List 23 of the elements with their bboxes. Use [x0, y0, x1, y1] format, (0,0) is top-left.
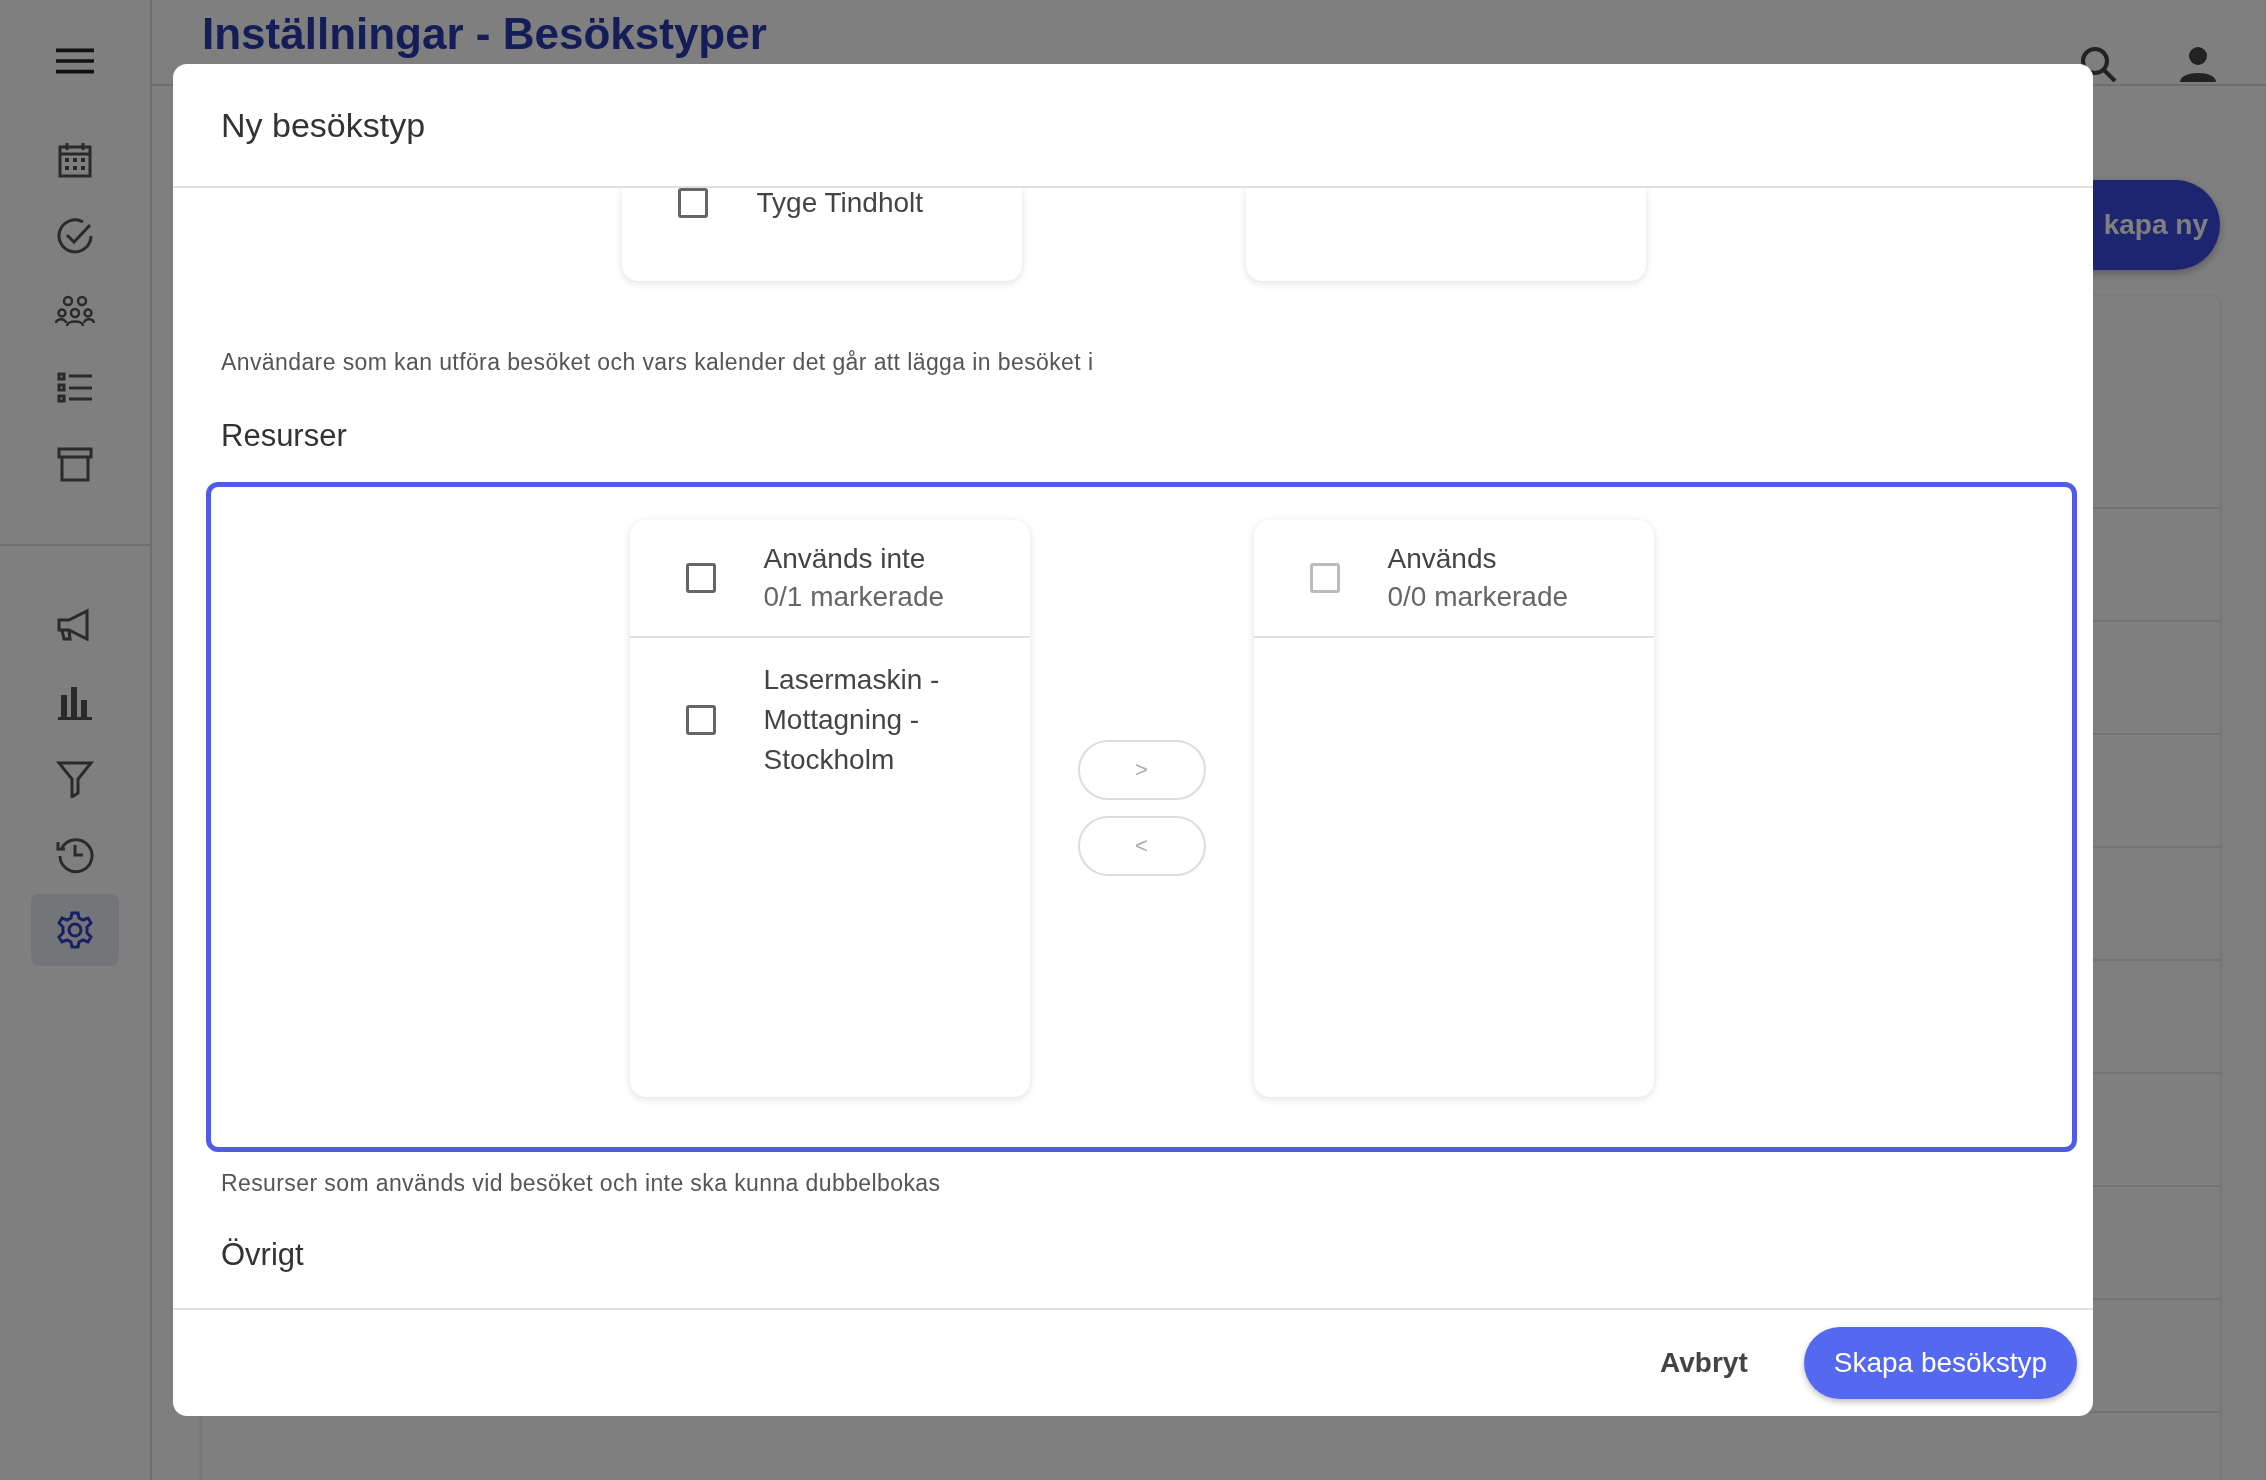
menu-icon[interactable]: [56, 48, 94, 74]
check-circle-icon: [55, 216, 95, 256]
checkbox[interactable]: [677, 188, 708, 218]
cancel-button[interactable]: Avbryt: [1630, 1327, 1778, 1399]
section-title: Övrigt: [221, 1237, 305, 1273]
section-title: Resurser: [221, 418, 348, 454]
selection-count: 0/1 markerade: [763, 581, 945, 613]
list-title: Används inte: [763, 543, 927, 575]
checkbox[interactable]: [685, 705, 716, 735]
list-title: Används: [1387, 543, 1498, 575]
checkbox[interactable]: [685, 563, 716, 593]
search-icon[interactable]: [2078, 44, 2118, 84]
selection-count: 0/0 markerade: [1387, 581, 1569, 613]
page-title: Inställningar - Besökstyper: [202, 8, 768, 60]
dialog-title: Ny besökstyp: [221, 105, 426, 145]
helper-text: Användare som kan utföra besöket och vars kalender det går att lägga in besöket i: [221, 349, 1095, 376]
user-icon[interactable]: [2178, 44, 2218, 84]
settings-icon: [55, 910, 95, 950]
list-item[interactable]: Tyge Tindholt: [621, 188, 1022, 218]
list-item[interactable]: Lasermaskin - Mottagning - Stockholm: [629, 638, 1030, 780]
sidebar-item[interactable]: [31, 894, 119, 966]
helper-text: Resurser som används vid besöket och inte ska kunna dubbelbokas: [221, 1170, 942, 1197]
create-button[interactable]: Skapa besökstyp: [1803, 1327, 2077, 1399]
